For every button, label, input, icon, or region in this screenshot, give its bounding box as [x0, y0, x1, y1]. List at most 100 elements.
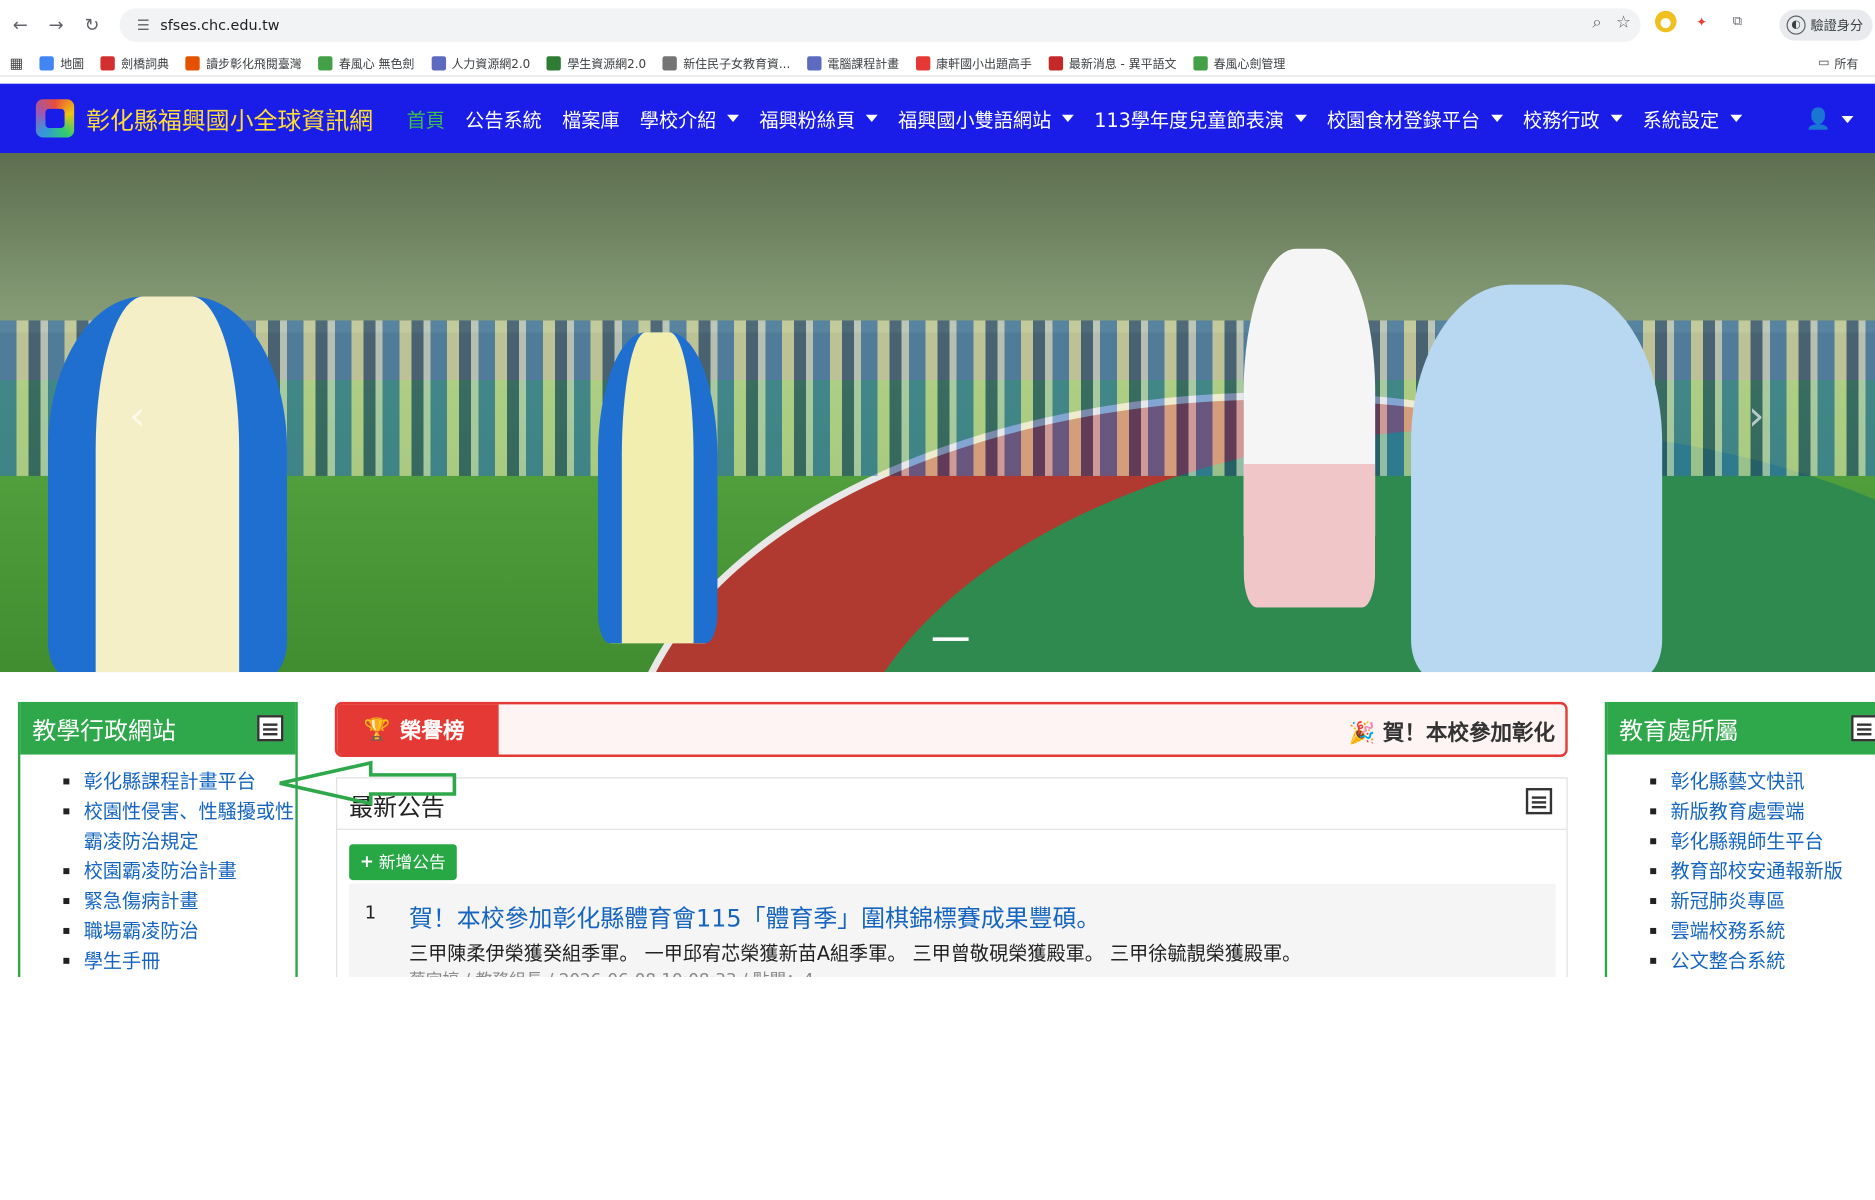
link-item[interactable]: 職場霸凌防治	[63, 916, 295, 946]
profile-button[interactable]: ◐ 驗證身分	[1779, 9, 1873, 41]
menu-item[interactable]: 113學年度兒童節表演	[1094, 104, 1307, 133]
reload-icon[interactable]: ↻	[77, 10, 108, 41]
bookmark-item[interactable]: 學生資源網2.0	[547, 54, 646, 72]
menu-item[interactable]: 首頁	[407, 104, 445, 133]
link-item[interactable]: 校園性侵害、性騷擾或性霸凌防治規定	[63, 796, 295, 856]
link-item[interactable]: 新冠肺炎專區	[1650, 886, 1875, 916]
extension-icon[interactable]: ●	[1654, 10, 1677, 33]
link-item[interactable]: 教育部校安通報新版	[1650, 856, 1875, 886]
menu-item[interactable]: 公告系統	[465, 104, 542, 133]
bookmark-item[interactable]: 讀步彰化飛閱臺灣	[185, 54, 302, 72]
bookmarks-bar: ▦ 地圖 劍橋詞典 讀步彰化飛閱臺灣 春風心 無色劍 人力資源網2.0 學生資源網2.0 新…	[0, 50, 1875, 77]
menu-item[interactable]: 校務行政	[1523, 104, 1623, 133]
menu-item[interactable]: 系統設定	[1643, 104, 1742, 133]
bookmark-label: 春風心 無色劍	[338, 58, 415, 72]
bookmark-item[interactable]: 春風心劍管理	[1193, 54, 1285, 72]
school-logo[interactable]	[35, 99, 75, 138]
profile-label: 驗證身分	[1810, 17, 1864, 34]
bookmark-label: 春風心劍管理	[1213, 58, 1286, 72]
folder-icon: ▭	[1818, 56, 1830, 70]
forward-icon[interactable]: →	[41, 10, 72, 41]
right-panel-header: 教育處所屬	[1607, 701, 1875, 755]
bookmark-label: 讀步彰化飛閱臺灣	[206, 58, 302, 72]
add-announcement-button[interactable]: + 新增公告	[349, 844, 457, 881]
zoom-icon[interactable]: ⌕	[1592, 13, 1601, 32]
annotation-arrow-icon	[279, 760, 457, 806]
bookmark-item[interactable]: 春風心 無色劍	[318, 54, 414, 72]
menu-item-label: 校務行政	[1523, 108, 1600, 132]
chevron-down-icon	[865, 114, 878, 122]
bookmark-item[interactable]: 人力資源網2.0	[431, 54, 530, 72]
apps-grid-icon[interactable]: ▦	[10, 54, 24, 71]
right-link-list: 彰化縣藝文快訊 新版教育處雲端 彰化縣親師生平台 教育部校安通報新版 新冠肺炎專區 雲端校…	[1607, 755, 1875, 976]
bookmark-item[interactable]: 劍橋詞典	[100, 54, 169, 72]
left-panel-header: 教學行政網站	[20, 701, 296, 755]
menu-item[interactable]: 福興國小雙語網站	[898, 104, 1074, 133]
site-title[interactable]: 彰化縣福興國小全球資訊網	[86, 101, 373, 136]
bookmark-favicon-icon	[547, 55, 562, 70]
extensions-puzzle-icon[interactable]: ⧉	[1727, 11, 1749, 33]
chevron-down-icon	[727, 114, 740, 122]
honor-marquee-text[interactable]: 賀！本校參加彰化	[1383, 721, 1555, 746]
left-panel: 教學行政網站 彰化縣課程計畫平台 校園性侵害、性騷擾或性霸凌防治規定 校園霸凌防治計…	[17, 701, 298, 989]
bookmark-favicon-icon	[39, 55, 55, 70]
menu-item[interactable]: 檔案庫	[562, 104, 619, 133]
carousel-prev-icon[interactable]: ‹	[129, 392, 145, 440]
bookmark-favicon-icon	[100, 55, 116, 70]
menu-item[interactable]: 福興粉絲頁	[759, 104, 878, 133]
right-note-icon[interactable]	[1851, 715, 1875, 742]
site-info-icon[interactable]: ☰	[129, 17, 158, 34]
address-url[interactable]: sfses.chc.edu.tw	[160, 17, 279, 34]
bookmark-item[interactable]: 地圖	[39, 54, 84, 72]
link-item[interactable]: 校園霸凌防治計畫	[63, 856, 295, 886]
note-icon[interactable]	[257, 715, 284, 742]
menu-item-label: 系統設定	[1642, 108, 1720, 132]
menu-item[interactable]: 校園食材登錄平台	[1327, 104, 1503, 133]
bookmark-label: 新住民子女教育資...	[683, 58, 791, 72]
bookmark-label: 最新消息 - 異平語文	[1068, 58, 1177, 72]
link-item[interactable]: 新版教育處雲端	[1650, 796, 1875, 826]
chevron-down-icon	[1294, 114, 1307, 122]
link-item[interactable]: 彰化縣課程計畫平台	[63, 767, 295, 797]
right-panel-title: 教育處所屬	[1619, 715, 1739, 745]
menu-item-label: 福興粉絲頁	[759, 108, 856, 132]
honor-marquee[interactable]: 🎉 賀！本校參加彰化	[1349, 716, 1555, 747]
left-link-list: 彰化縣課程計畫平台 校園性侵害、性騷擾或性霸凌防治規定 校園霸凌防治計畫 緊急傷病計畫…	[20, 755, 295, 976]
link-item[interactable]: 彰化縣藝文快訊	[1650, 767, 1875, 797]
link-item[interactable]: 公文整合系統	[1650, 946, 1875, 976]
address-bar[interactable]: ☰ sfses.chc.edu.tw ⌕ ☆	[119, 8, 1641, 42]
bookmark-star-icon[interactable]: ☆	[1616, 13, 1631, 32]
menu-item-label: 校園食材登錄平台	[1326, 108, 1480, 132]
bookmark-item[interactable]: 康軒國小出題高手	[915, 54, 1032, 72]
honor-bar: 🏆 榮譽榜 🎉 賀！本校參加彰化	[334, 701, 1568, 757]
add-announcement-label: 新增公告	[378, 853, 446, 873]
chevron-down-icon	[1061, 114, 1074, 122]
menu-item-label: 公告系統	[465, 108, 542, 132]
honor-label: 🏆 榮譽榜	[337, 704, 499, 755]
bookmark-favicon-icon	[431, 55, 446, 70]
link-item[interactable]: 學生手冊	[63, 946, 295, 976]
carousel-indicator[interactable]	[932, 637, 969, 641]
profile-avatar-icon: ◐	[1786, 15, 1806, 35]
news-note-icon[interactable]	[1525, 788, 1553, 815]
carousel-next-icon[interactable]: ›	[1748, 392, 1764, 440]
bookmark-favicon-icon	[1193, 55, 1208, 70]
trophy-icon: 🏆	[363, 716, 391, 742]
bookmark-item[interactable]: 最新消息 - 異平語文	[1048, 54, 1177, 72]
honor-label-text: 榮譽榜	[399, 718, 465, 744]
all-bookmarks-folder[interactable]: ▭ 所有	[1818, 54, 1858, 72]
link-item[interactable]: 緊急傷病計畫	[63, 886, 295, 916]
bookmark-label: 學生資源網2.0	[567, 58, 647, 72]
menu-item[interactable]: 學校介紹	[640, 104, 740, 133]
news-item-link[interactable]: 賀！本校參加彰化縣體育會115「體育季」圍棋錦標賽成果豐碩。	[409, 899, 1100, 934]
bookmark-item[interactable]: 新住民子女教育資...	[662, 54, 791, 72]
user-menu[interactable]: 👤	[1805, 108, 1854, 132]
link-item[interactable]: 彰化縣親師生平台	[1650, 826, 1875, 856]
all-bookmarks-label: 所有	[1834, 58, 1859, 72]
news-item-number: 1	[364, 901, 377, 924]
bookmark-item[interactable]: 電腦課程計畫	[807, 54, 899, 72]
back-icon[interactable]: ←	[5, 10, 36, 41]
google-translate-icon[interactable]: ✦	[1691, 11, 1713, 33]
bookmark-favicon-icon	[1048, 55, 1063, 70]
link-item[interactable]: 雲端校務系統	[1650, 916, 1875, 946]
